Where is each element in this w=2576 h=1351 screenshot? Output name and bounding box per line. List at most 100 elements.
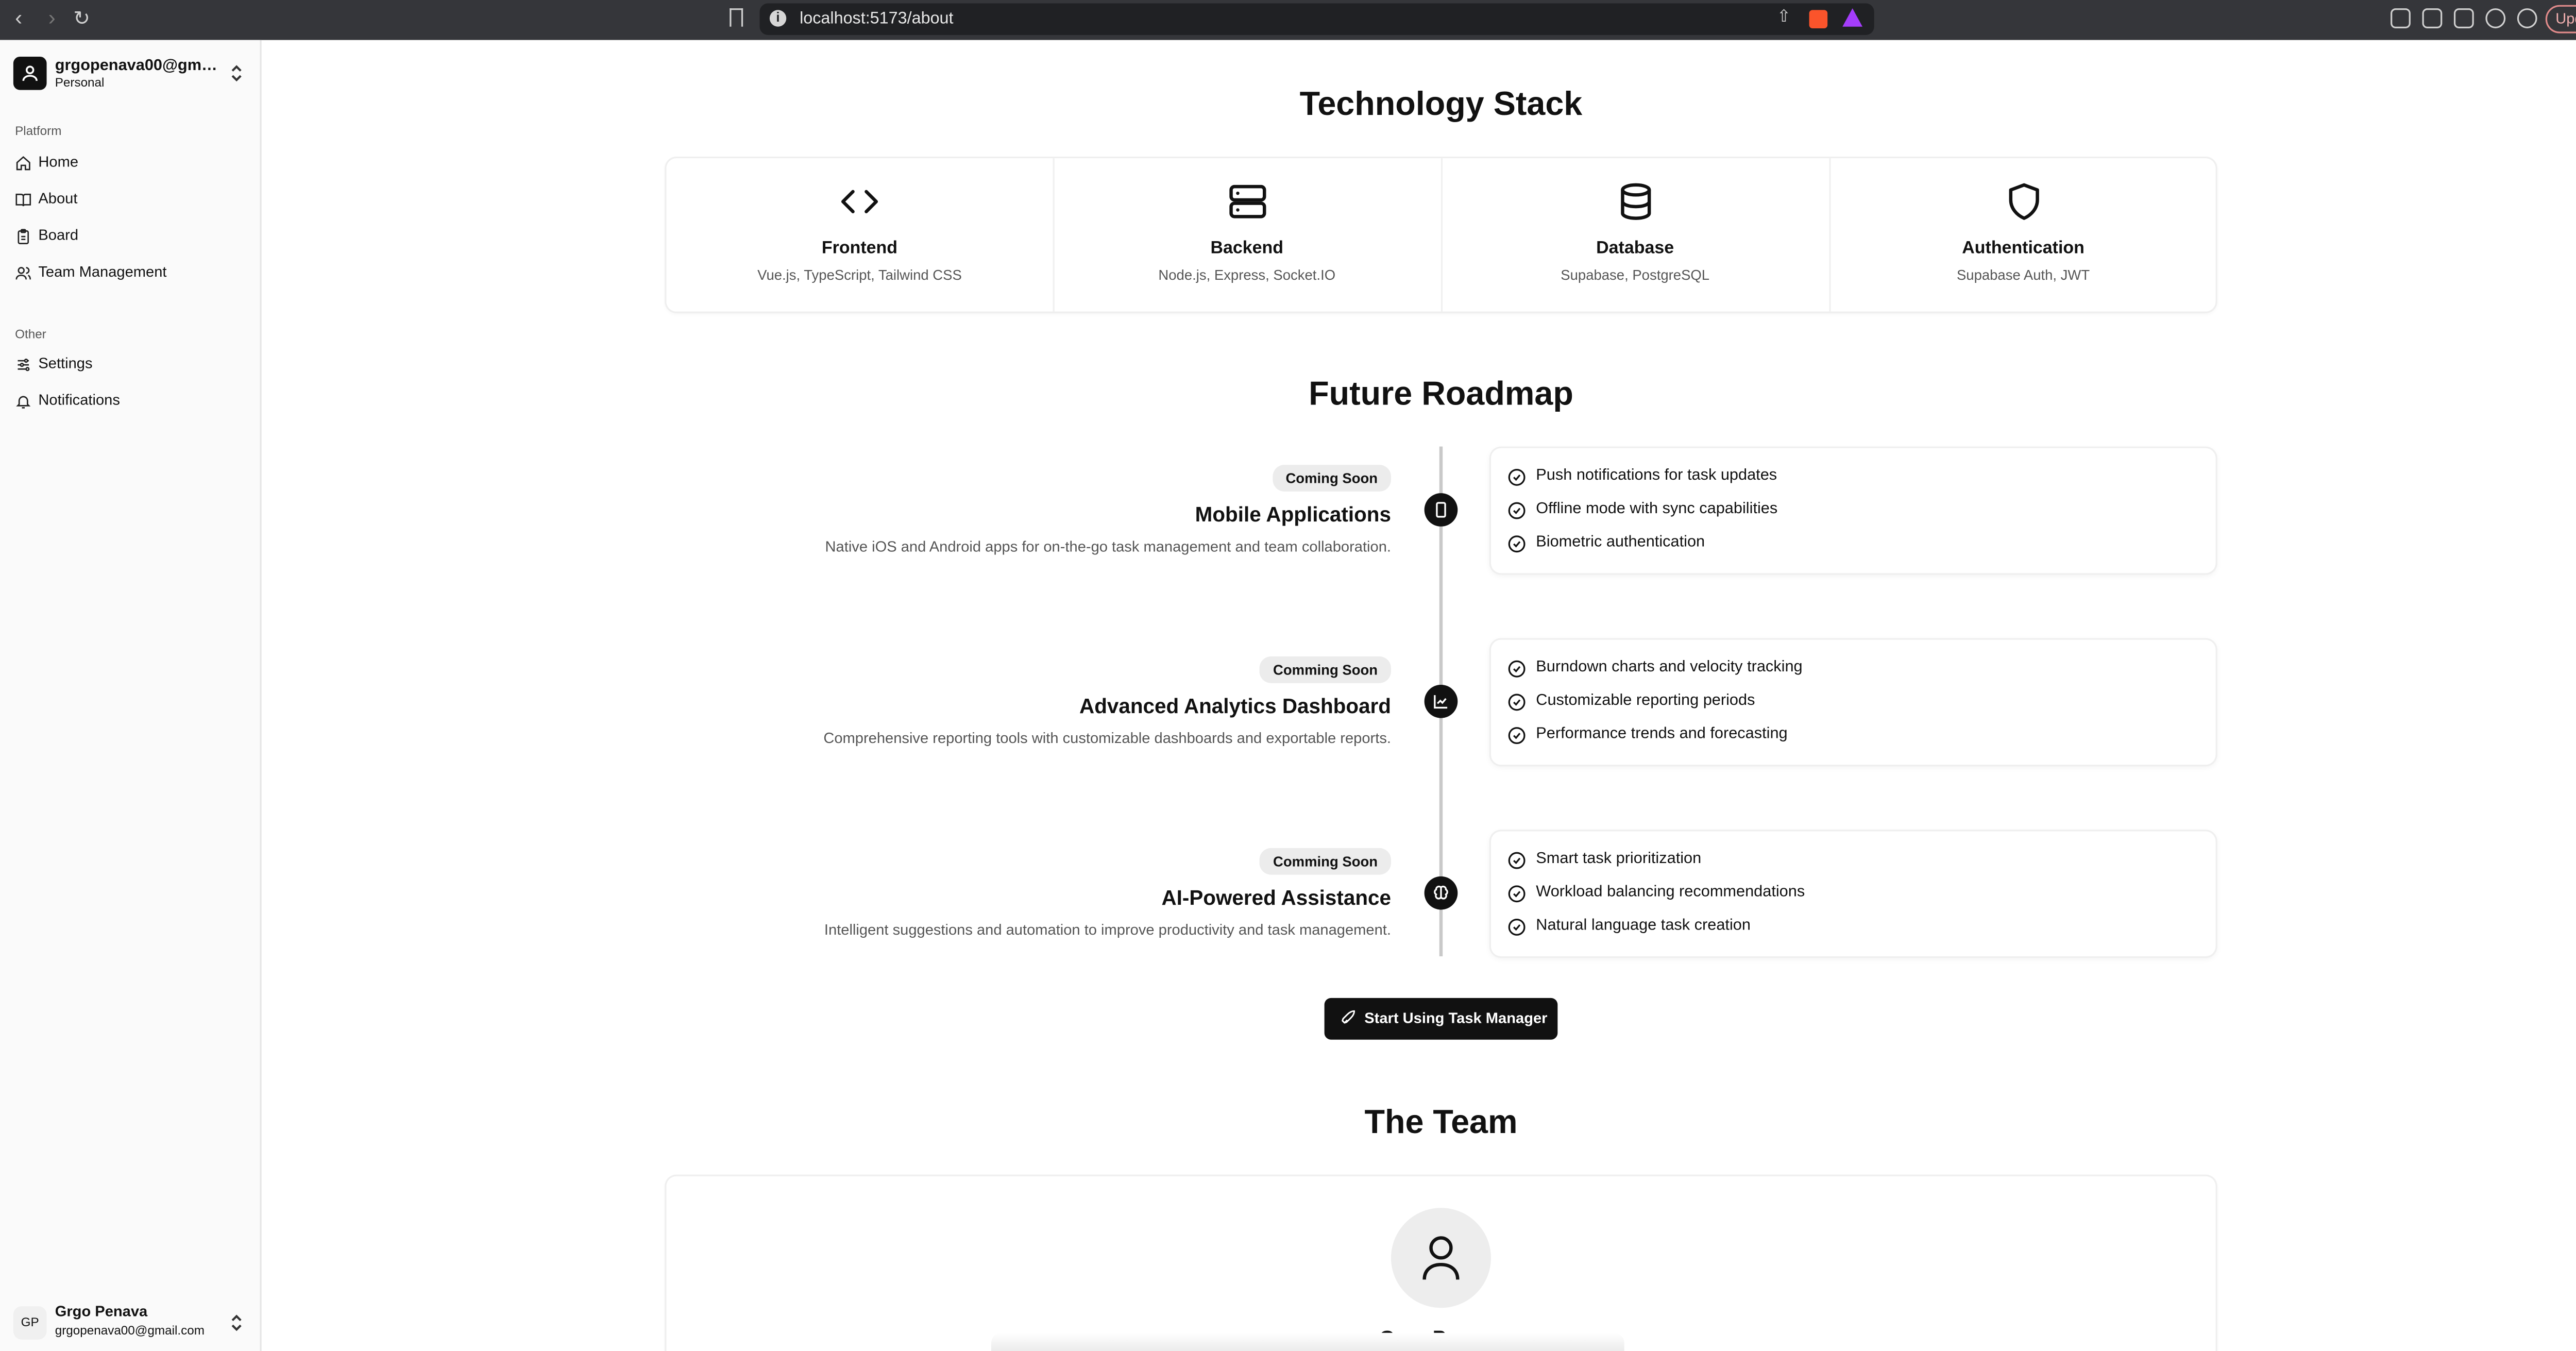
- user-avatar: GP: [13, 1306, 47, 1340]
- sidebar-toggle-icon[interactable]: [2422, 8, 2443, 28]
- back-icon[interactable]: ‹: [15, 5, 22, 32]
- sidebar-item-home[interactable]: Home: [8, 148, 251, 178]
- team-heading: The Team: [1364, 1104, 1518, 1141]
- sidebar-item-label: Board: [38, 226, 79, 244]
- chart-icon: [1434, 695, 1448, 709]
- user-email: grgopenava00@gmail.com: [55, 1323, 205, 1338]
- roadmap-features-card: Burndown charts and velocity tracking Cu…: [1491, 640, 2216, 765]
- sidebar-item-label: Notifications: [38, 391, 120, 409]
- feature-text: Performance trends and forecasting: [1536, 724, 1788, 744]
- check-circle-icon: [1508, 918, 1526, 936]
- team-member-card: Grgo Penava: [666, 1176, 2215, 1351]
- book-icon: [15, 193, 31, 207]
- roadmap-desc: Comprehensive reporting tools with custo…: [823, 730, 1391, 747]
- sidebar-item-board[interactable]: Board: [8, 222, 251, 251]
- roadmap-item-mobile: Coming Soon Mobile Applications Native i…: [691, 462, 1391, 555]
- vpn-icon[interactable]: [2517, 8, 2537, 28]
- feature-text: Customizable reporting periods: [1536, 691, 1755, 710]
- sidebar-item-settings[interactable]: Settings: [8, 350, 251, 380]
- check-circle-icon: [1508, 727, 1526, 745]
- sidebar: grgopenava00@gmai... Personal Platform H…: [0, 40, 262, 1351]
- sidebar-item-team-management[interactable]: Team Management: [8, 258, 251, 288]
- bookmark-icon[interactable]: [730, 8, 743, 27]
- start-using-label: Start Using Task Manager: [1364, 1009, 1548, 1026]
- feature-text: Burndown charts and velocity tracking: [1536, 658, 1803, 677]
- check-circle-icon: [1508, 660, 1526, 678]
- roadmap-title: Mobile Applications: [1195, 503, 1391, 527]
- tech-desc: Supabase, PostgreSQL: [1561, 266, 1710, 283]
- browser-toolbar: ‹ › ↻ i localhost:5173/about ⇧ Update: [0, 0, 2576, 40]
- user-icon: [1422, 1236, 1460, 1280]
- group-label-platform: Platform: [15, 123, 62, 139]
- roadmap-heading: Future Roadmap: [1309, 376, 1573, 413]
- chevrons-up-down-icon: [231, 1314, 242, 1331]
- group-label-other: Other: [15, 326, 46, 342]
- roadmap-features-card: Push notifications for task updates Offl…: [1491, 448, 2216, 573]
- sidebar-item-label: Settings: [38, 354, 93, 372]
- status-badge: Comming Soon: [1260, 848, 1391, 875]
- check-circle-icon: [1508, 502, 1526, 519]
- address-bar[interactable]: i localhost:5173/about ⇧: [759, 3, 1874, 35]
- user-name: Grgo Penava: [55, 1303, 148, 1320]
- share-icon[interactable]: ⇧: [1777, 8, 1791, 27]
- roadmap-item-ai: Comming Soon AI-Powered Assistance Intel…: [691, 845, 1391, 938]
- reload-icon[interactable]: ↻: [73, 5, 90, 32]
- account-avatar: [13, 56, 47, 90]
- roadmap-desc: Native iOS and Android apps for on-the-g…: [825, 538, 1391, 555]
- chevrons-up-down-icon: [231, 65, 242, 82]
- start-using-button[interactable]: Start Using Task Manager: [1324, 998, 1558, 1040]
- tech-stack-card: Frontend Vue.js, TypeScript, Tailwind CS…: [666, 158, 2215, 312]
- roadmap-title: Advanced Analytics Dashboard: [1079, 695, 1391, 718]
- sliders-icon: [18, 359, 30, 371]
- floating-bar-edge: [991, 1332, 1624, 1351]
- brave-shields-icon[interactable]: [1809, 10, 1828, 28]
- tech-title: Database: [1596, 238, 1674, 259]
- check-circle-icon: [1508, 852, 1526, 869]
- check-circle-icon: [1508, 468, 1526, 486]
- timeline-dot: [1424, 493, 1458, 527]
- tech-stack-heading: Technology Stack: [1299, 87, 1583, 124]
- account-switcher[interactable]: grgopenava00@gmai... Personal: [13, 56, 250, 90]
- server-icon: [1229, 184, 1266, 218]
- user-icon: [22, 65, 38, 81]
- timeline-dot: [1424, 684, 1458, 718]
- feature-text: Push notifications for task updates: [1536, 466, 1777, 485]
- feature-text: Offline mode with sync capabilities: [1536, 500, 1778, 518]
- check-circle-icon: [1508, 694, 1526, 711]
- sidebar-item-label: Team Management: [38, 263, 167, 280]
- users-icon: [15, 267, 31, 280]
- status-badge: Coming Soon: [1272, 465, 1391, 492]
- wallet-icon[interactable]: [2453, 8, 2474, 28]
- check-circle-icon: [1508, 885, 1526, 903]
- tech-item-backend: Backend Node.js, Express, Socket.IO: [1053, 158, 1439, 312]
- roadmap-title: AI-Powered Assistance: [1161, 886, 1391, 910]
- feature-text: Workload balancing recommendations: [1536, 883, 1805, 902]
- clipboard-icon: [18, 229, 29, 244]
- site-info-icon[interactable]: i: [769, 10, 787, 27]
- tech-title: Authentication: [1962, 238, 2084, 259]
- tech-item-frontend: Frontend Vue.js, TypeScript, Tailwind CS…: [666, 158, 1053, 311]
- roadmap-desc: Intelligent suggestions and automation t…: [824, 921, 1391, 938]
- leo-ai-icon[interactable]: [2485, 8, 2506, 28]
- smartphone-icon: [1436, 502, 1446, 518]
- account-plan: Personal: [55, 75, 105, 90]
- sidebar-item-label: About: [38, 190, 78, 207]
- rocket-icon: [1342, 1010, 1355, 1024]
- sidebar-item-notifications[interactable]: Notifications: [8, 386, 251, 416]
- update-button[interactable]: Update: [2545, 5, 2576, 33]
- status-badge: Comming Soon: [1260, 656, 1391, 683]
- feature-text: Natural language task creation: [1536, 916, 1751, 935]
- brave-rewards-icon[interactable]: [1842, 8, 1863, 27]
- team-member-avatar: [1391, 1208, 1491, 1308]
- forward-icon[interactable]: ›: [48, 5, 56, 32]
- sidebar-item-about[interactable]: About: [8, 185, 251, 215]
- user-menu[interactable]: GP Grgo Penava grgopenava00@gmail.com: [13, 1303, 250, 1343]
- feature-text: Smart task prioritization: [1536, 850, 1702, 868]
- extensions-icon[interactable]: [2391, 8, 2411, 28]
- tech-desc: Supabase Auth, JWT: [1956, 266, 2090, 283]
- check-circle-icon: [1508, 535, 1526, 553]
- tech-title: Frontend: [821, 238, 898, 259]
- tech-item-authentication: Authentication Supabase Auth, JWT: [1829, 158, 2215, 312]
- tech-item-database: Database Supabase, PostgreSQL: [1440, 158, 1827, 312]
- brain-icon: [1434, 885, 1448, 900]
